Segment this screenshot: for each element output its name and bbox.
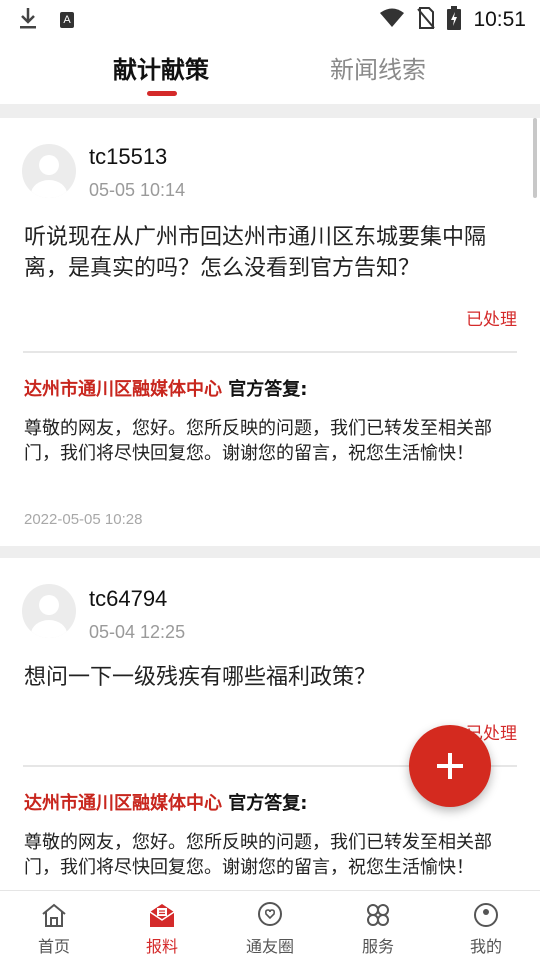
reply-text: 尊敬的网友，您好。您所反映的问题，我们已转发至相关部门，我们将尽快回复您。谢谢您… [24, 418, 492, 464]
nav-label: 报料 [145, 937, 178, 956]
post-card[interactable]: tc15513 05-05 10:14 听说现在从广州市回达州市通川区东城要集中… [0, 118, 540, 546]
tab-indicator [147, 91, 177, 96]
nav-profile[interactable]: 我的 [432, 891, 540, 961]
avatar[interactable] [22, 144, 76, 198]
reply-time: 2022-05-05 10:28 [24, 511, 143, 528]
download-icon [18, 6, 38, 34]
question-text: 听说现在从广州市回达州市通川区东城要集中隔离，是真实的吗？怎么没看到官方告知？ [24, 225, 487, 281]
nav-label: 我的 [469, 937, 502, 956]
tab-news-tips[interactable]: 新闻线索 [330, 50, 426, 85]
nav-label: 首页 [37, 937, 70, 956]
tab-suggestions[interactable]: 献计献策 [113, 50, 209, 85]
reply-header: 达州市通川区融媒体中心 官方答复: [24, 789, 307, 815]
default-avatar-icon [31, 155, 67, 198]
divider [23, 351, 517, 353]
bottom-nav: 首页 报料 通友圈 服务 我的 [0, 890, 540, 961]
status-bar: A 10:51 [0, 0, 540, 36]
nav-report[interactable]: 报料 [108, 891, 216, 961]
reply-label: 官方答复: [222, 379, 308, 400]
nav-home[interactable]: 首页 [0, 891, 108, 961]
reply-org: 达州市通川区融媒体中心 [24, 379, 222, 400]
nav-label: 通友圈 [245, 937, 294, 956]
scrollbar[interactable] [533, 118, 537, 198]
post-time: 05-05 10:14 [89, 180, 186, 200]
question-text: 想问一下一级残疾有哪些福利政策？ [24, 665, 377, 690]
reply-org: 达州市通川区融媒体中心 [24, 793, 222, 814]
clock: 10:51 [473, 8, 526, 31]
nav-circle[interactable]: 通友圈 [216, 891, 324, 961]
report-envelope-icon [149, 904, 175, 927]
chat-bubble-icon [258, 902, 282, 926]
nav-service[interactable]: 服务 [324, 891, 432, 961]
wifi-icon [379, 8, 405, 32]
username: tc15513 [89, 144, 168, 169]
post-card[interactable]: tc64794 05-04 12:25 想问一下一级残疾有哪些福利政策？ 已处理… [0, 558, 540, 890]
battery-charging-icon [447, 6, 462, 34]
card-divider [0, 546, 540, 558]
reply-text: 尊敬的网友，您好。您所反映的问题，我们已转发至相关部门，我们将尽快回复您。谢谢您… [24, 832, 492, 878]
app-notification-icon: A [60, 12, 74, 28]
default-avatar-icon [31, 595, 67, 638]
reply-header: 达州市通川区融媒体中心 官方答复: [24, 375, 307, 401]
nav-label: 服务 [361, 937, 394, 956]
service-grid-icon [367, 904, 389, 926]
profile-icon [474, 903, 498, 927]
status-badge: 已处理 [466, 310, 517, 330]
username: tc64794 [89, 586, 168, 611]
top-tabs: 献计献策 新闻线索 [0, 36, 540, 104]
avatar[interactable] [22, 584, 76, 638]
reply-label: 官方答复: [222, 793, 308, 814]
home-icon [42, 903, 66, 927]
plus-icon [437, 753, 463, 779]
add-post-button[interactable] [409, 725, 491, 807]
post-time: 05-04 12:25 [89, 622, 186, 642]
no-sim-icon [417, 7, 436, 33]
section-divider [0, 104, 540, 118]
